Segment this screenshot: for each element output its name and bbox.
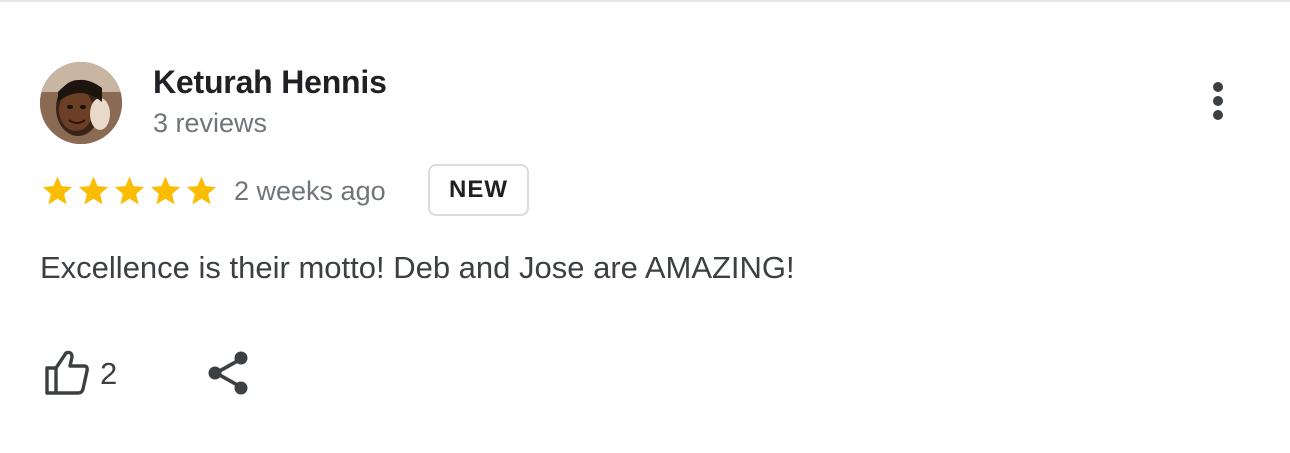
more-vert-icon-dot xyxy=(1213,96,1223,106)
star-icon xyxy=(186,176,217,205)
star-icon xyxy=(114,176,145,205)
share-icon xyxy=(208,351,248,395)
review-time: 2 weeks ago xyxy=(234,176,386,206)
more-options-button[interactable] xyxy=(1196,78,1240,124)
thumbs-up-icon xyxy=(45,350,89,395)
star-icon xyxy=(78,176,109,205)
more-vert-icon xyxy=(1213,82,1223,92)
star-rating xyxy=(40,174,219,210)
like-button[interactable] xyxy=(44,348,90,396)
star-icon xyxy=(42,176,73,205)
share-button[interactable] xyxy=(206,350,252,396)
avatar-image xyxy=(40,62,122,144)
new-badge: NEW xyxy=(428,164,529,216)
avatar[interactable] xyxy=(40,62,122,144)
star-icon xyxy=(150,176,181,205)
review-text: Excellence is their motto! Deb and Jose … xyxy=(40,250,795,285)
top-divider xyxy=(0,0,1290,2)
author-name[interactable]: Keturah Hennis xyxy=(153,64,387,101)
more-vert-icon-dot xyxy=(1213,110,1223,120)
like-count: 2 xyxy=(100,356,118,391)
author-review-count: 3 reviews xyxy=(153,108,268,138)
